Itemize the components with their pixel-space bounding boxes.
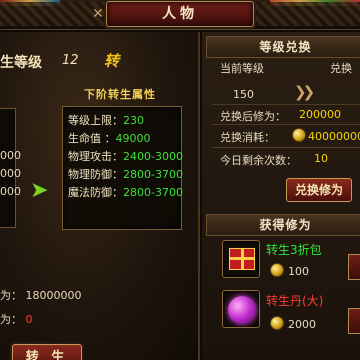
ornament-right xyxy=(250,2,360,26)
attr-label: 等级上限： xyxy=(68,114,123,127)
after-exchange-label: 兑换后修为： xyxy=(220,110,286,123)
attr-row-magic-defense: 魔法防御：2800-3700 xyxy=(68,185,183,201)
after-exchange-value: 200000 xyxy=(299,108,341,121)
next-stage-attributes: 等级上限：230 生命值 ：49000 物理攻击：2400-3000 物理防御：… xyxy=(62,106,183,230)
double-arrow-icon: ❯❯ xyxy=(294,83,315,101)
attr-value: 2800-3700 xyxy=(123,168,183,181)
top-bar: ✕ 人物 xyxy=(0,0,360,30)
window-title-plate: 人物 xyxy=(106,1,254,27)
attr-value: 49000 xyxy=(115,132,151,145)
purple-orb-icon xyxy=(228,296,256,324)
attr-row-phys-attack: 物理攻击：2400-3000 xyxy=(68,149,183,165)
next-stage-title: 下阶转生属性 xyxy=(84,88,156,101)
gold-coin-icon xyxy=(270,316,284,330)
cost-value: 18000000 xyxy=(25,289,82,302)
exchange-cost-value: 40000000 xyxy=(308,130,360,143)
rebirth-level-unit: 转 xyxy=(104,52,120,70)
rebirth-button[interactable]: 转 生 xyxy=(12,344,82,360)
current-value: 000 xyxy=(0,167,21,180)
attr-row-hp: 生命值 ：49000 xyxy=(68,131,151,147)
rebirth-owned: 为： 0 xyxy=(0,311,33,327)
green-arrow-icon: ➤ xyxy=(30,178,49,203)
item-price: 2000 xyxy=(288,318,316,331)
item-slot[interactable] xyxy=(222,290,260,328)
attr-value: 2400-3000 xyxy=(123,150,183,163)
exchange-cost-label: 兑换消耗： xyxy=(220,131,275,144)
rebirth-cost: 为： 18000000 xyxy=(0,287,82,303)
attr-row-level-cap: 等级上限：230 xyxy=(68,113,144,129)
item-name: 转生3折包 xyxy=(266,243,322,257)
exchange-level-label: 兑换 xyxy=(330,62,352,75)
gold-coin-icon xyxy=(292,128,306,142)
current-value: 000 xyxy=(0,149,21,162)
attr-value: 2800-3700 xyxy=(123,186,183,199)
buy-button[interactable] xyxy=(348,308,360,334)
divider xyxy=(212,104,360,105)
attr-label: 生命值 ： xyxy=(68,132,116,145)
rebirth-level-label: 生等级 xyxy=(0,55,42,71)
item-price: 100 xyxy=(288,265,309,278)
current-level-value: 150 xyxy=(233,88,254,101)
attr-label: 物理防御： xyxy=(68,168,123,181)
current-attribute-values: 000 000 000 xyxy=(0,147,21,201)
item-slot[interactable] xyxy=(222,240,260,278)
divider xyxy=(212,147,360,148)
rebirth-level-value: 12 xyxy=(62,53,79,68)
cost-label: 为： xyxy=(0,289,22,302)
close-icon[interactable]: ✕ xyxy=(90,6,106,22)
gold-coin-icon xyxy=(270,263,284,277)
gain-title: 获得修为 xyxy=(206,214,360,236)
attr-label: 物理攻击： xyxy=(68,150,123,163)
buy-button[interactable] xyxy=(348,254,360,280)
exchange-title: 等级兑换 xyxy=(206,36,360,58)
item-name: 转生丹(大) xyxy=(266,294,324,308)
current-level-label: 当前等级 xyxy=(220,62,264,75)
exchange-button[interactable]: 兑换修为 xyxy=(286,178,352,202)
attr-label: 魔法防御： xyxy=(68,186,123,199)
gift-box-icon xyxy=(229,248,255,270)
remaining-times-label: 今日剩余次数： xyxy=(220,154,297,167)
attr-value: 230 xyxy=(123,114,144,127)
rebirth-panel: 生等级 12 转 000 000 000 ➤ 下阶转生属性 等级上限：230 生… xyxy=(0,32,200,360)
remaining-times-value: 10 xyxy=(314,152,328,165)
window-title: 人物 xyxy=(162,6,198,22)
attr-row-phys-defense: 物理防御：2800-3700 xyxy=(68,167,183,183)
owned-value: 0 xyxy=(25,313,33,326)
divider xyxy=(212,124,360,125)
current-value: 000 xyxy=(0,185,21,198)
owned-label: 为： xyxy=(0,313,22,326)
